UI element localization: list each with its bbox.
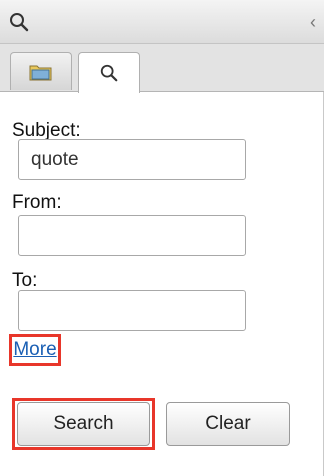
search-icon: [100, 64, 118, 82]
from-label: From:: [12, 192, 62, 213]
clear-button[interactable]: Clear: [166, 402, 290, 446]
tab-folders[interactable]: [10, 52, 72, 90]
search-button[interactable]: Search: [17, 402, 150, 446]
search-button-highlight: Search: [12, 398, 155, 450]
tab-search[interactable]: [78, 52, 140, 93]
tab-bar: [0, 44, 324, 93]
collapse-icon[interactable]: ‹: [310, 12, 316, 33]
search-icon: [10, 13, 29, 32]
subject-field[interactable]: [18, 139, 246, 180]
more-link[interactable]: More: [9, 334, 61, 366]
panel-header: ‹: [0, 0, 324, 44]
to-label: To:: [12, 270, 38, 291]
from-field[interactable]: [18, 215, 246, 256]
folder-icon: [29, 65, 52, 80]
to-field[interactable]: [18, 290, 246, 331]
